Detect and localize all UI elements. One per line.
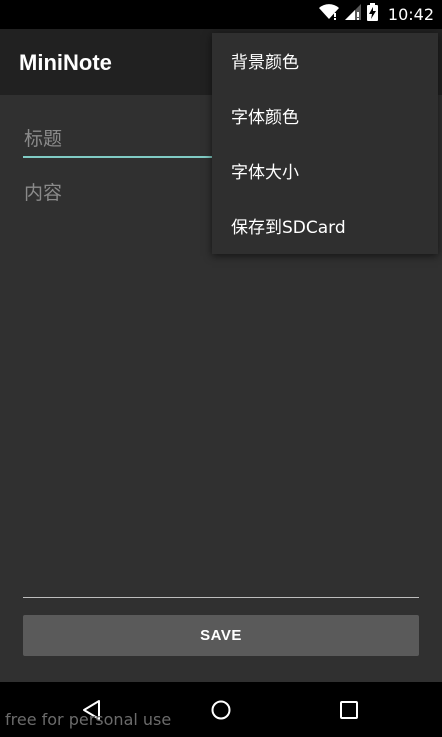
content-underline (23, 597, 419, 598)
status-bar: 10:42 (0, 0, 442, 29)
watermark: free for personal use (5, 710, 172, 729)
status-icons: 10:42 (318, 0, 434, 29)
menu-item-font-color[interactable]: 字体颜色 (212, 88, 438, 143)
recents-icon[interactable] (333, 694, 365, 726)
battery-charging-icon (366, 3, 378, 26)
wifi-icon (318, 4, 339, 25)
signal-icon (344, 4, 361, 25)
save-button[interactable]: SAVE (23, 615, 419, 656)
menu-item-save-to-sdcard[interactable]: 保存到SDCard (212, 198, 438, 253)
overflow-menu: 背景颜色 字体颜色 字体大小 保存到SDCard (212, 33, 438, 254)
status-time: 10:42 (387, 5, 434, 24)
menu-item-font-size[interactable]: 字体大小 (212, 143, 438, 198)
app-title: MiniNote (19, 50, 112, 75)
home-icon[interactable] (205, 694, 237, 726)
navigation-bar: free for personal use (0, 682, 442, 737)
menu-item-background-color[interactable]: 背景颜色 (212, 33, 438, 88)
